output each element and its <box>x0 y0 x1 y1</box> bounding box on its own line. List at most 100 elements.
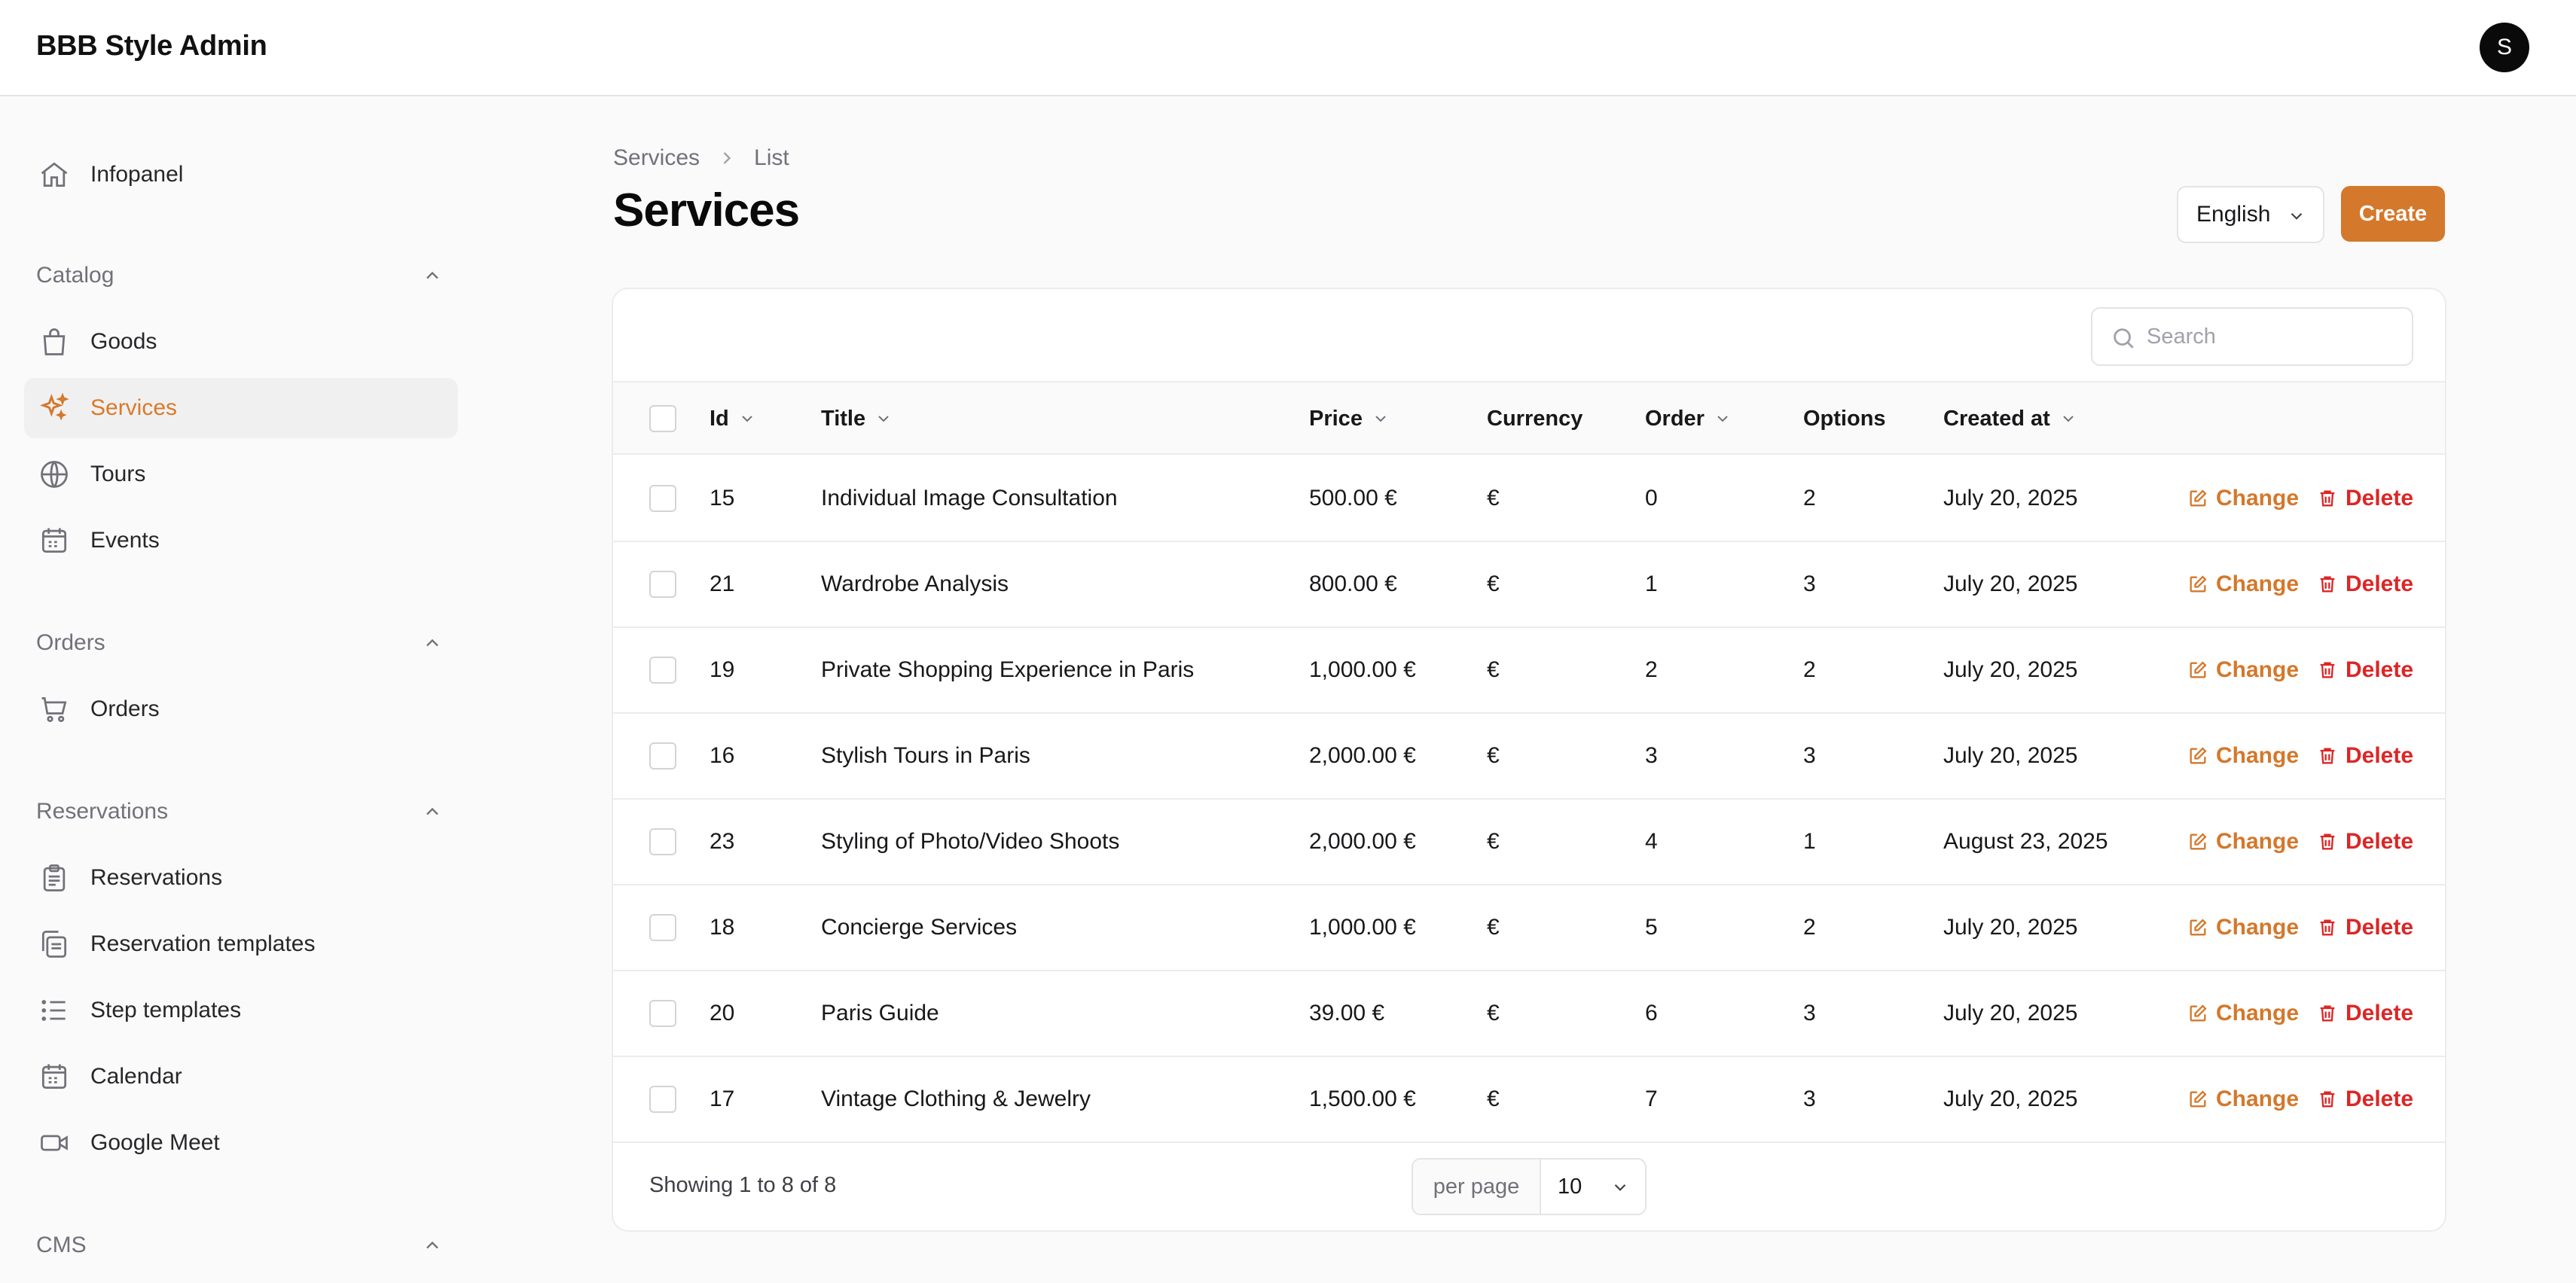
cell-currency: € <box>1487 657 1500 682</box>
sidebar-item-reservation-templates[interactable]: Reservation templates <box>24 914 458 974</box>
change-button[interactable]: Change <box>2187 714 2299 798</box>
change-label: Change <box>2216 1086 2300 1111</box>
breadcrumb-root[interactable]: Services <box>613 145 700 171</box>
cell-title: Vintage Clothing & Jewelry <box>821 1086 1091 1111</box>
change-button[interactable]: Change <box>2187 456 2299 541</box>
row-checkbox[interactable] <box>649 485 676 512</box>
trash-icon <box>2317 488 2346 509</box>
row-checkbox[interactable] <box>649 742 676 769</box>
sidebar-item-infopanel[interactable]: Infopanel <box>24 145 458 205</box>
per-page-select[interactable]: per page 10 <box>1412 1158 1647 1215</box>
trash-icon <box>2317 917 2346 938</box>
delete-button[interactable]: Delete <box>2317 628 2413 712</box>
delete-button[interactable]: Delete <box>2317 885 2413 970</box>
select-all-checkbox[interactable] <box>649 405 676 432</box>
column-label: Created at <box>1943 406 2050 431</box>
column-header-id[interactable]: Id <box>710 382 756 455</box>
row-checkbox[interactable] <box>649 914 676 941</box>
sidebar-item-calendar[interactable]: Calendar <box>24 1047 458 1107</box>
change-button[interactable]: Change <box>2187 542 2299 626</box>
delete-button[interactable]: Delete <box>2317 800 2413 884</box>
row-checkbox[interactable] <box>649 1086 676 1113</box>
cell-price: 2,000.00 € <box>1309 829 1416 854</box>
chevron-up-icon <box>426 271 438 279</box>
app-title[interactable]: BBB Style Admin <box>36 30 267 62</box>
table-row[interactable]: 18 Concierge Services 1,000.00 € €5 2 July 20… <box>613 885 2445 971</box>
row-checkbox[interactable] <box>649 657 676 684</box>
create-button[interactable]: Create <box>2341 186 2445 242</box>
cell-price: 1,000.00 € <box>1309 915 1416 940</box>
delete-button[interactable]: Delete <box>2317 456 2413 541</box>
sidebar-item-tours[interactable]: Tours <box>24 444 458 504</box>
column-header-created-at[interactable]: Created at <box>1943 382 2077 455</box>
list-icon <box>36 992 72 1029</box>
per-page-value-dropdown[interactable]: 10 <box>1541 1160 1645 1214</box>
cell-currency: € <box>1487 571 1500 596</box>
trash-icon <box>2317 831 2346 852</box>
cell-created-at: July 20, 2025 <box>1943 657 2078 682</box>
sidebar-item-step-templates[interactable]: Step templates <box>24 980 458 1041</box>
delete-button[interactable]: Delete <box>2317 714 2413 798</box>
user-avatar[interactable]: S <box>2480 23 2529 72</box>
change-button[interactable]: Change <box>2187 971 2299 1056</box>
table-row[interactable]: 23 Styling of Photo/Video Shoots 2,000.00 … <box>613 800 2445 885</box>
sidebar-item-label: Goods <box>90 329 157 354</box>
delete-button[interactable]: Delete <box>2317 971 2413 1056</box>
table-row[interactable]: 16 Stylish Tours in Paris 2,000.00 € €3 3 Jul… <box>613 714 2445 800</box>
cell-title: Concierge Services <box>821 915 1018 940</box>
breadcrumb: Services List <box>613 143 789 173</box>
cell-price: 500.00 € <box>1309 486 1397 510</box>
section-cms[interactable]: CMS <box>36 1223 443 1268</box>
table-row[interactable]: 19 Private Shopping Experience in Paris 1,… <box>613 628 2445 714</box>
cell-id: 17 <box>710 1086 735 1111</box>
cell-created-at: July 20, 2025 <box>1943 1001 2078 1025</box>
row-checkbox[interactable] <box>649 828 676 855</box>
chevron-right-icon <box>716 148 737 169</box>
sidebar-item-orders[interactable]: Orders <box>24 679 458 739</box>
delete-button[interactable]: Delete <box>2317 1057 2413 1141</box>
sidebar-item-services[interactable]: Services <box>24 378 458 438</box>
sidebar-item-events[interactable]: Events <box>24 510 458 571</box>
cell-order: 1 <box>1645 571 1658 596</box>
table-row[interactable]: 17 Vintage Clothing & Jewelry 1,500.00 € €7… <box>613 1057 2445 1143</box>
cell-price: 800.00 € <box>1309 571 1397 596</box>
sparkles-icon <box>36 390 72 426</box>
sort-chevron-icon <box>742 416 752 422</box>
language-select[interactable]: English <box>2177 186 2324 243</box>
sidebar-item-google-meet[interactable]: Google Meet <box>24 1113 458 1173</box>
sidebar-item-goods[interactable]: Goods <box>24 312 458 372</box>
cell-price: 2,000.00 € <box>1309 743 1416 768</box>
change-button[interactable]: Change <box>2187 628 2299 712</box>
section-reservations[interactable]: Reservations <box>36 789 443 834</box>
section-title: CMS <box>36 1233 87 1257</box>
table-row[interactable]: 20 Paris Guide 39.00 € €6 3 July 20, 2025 Chan… <box>613 971 2445 1057</box>
cell-options: 2 <box>1803 486 1816 510</box>
row-checkbox[interactable] <box>649 571 676 598</box>
table-row[interactable]: 15 Individual Image Consultation 500.00 € €… <box>613 456 2445 542</box>
row-checkbox[interactable] <box>649 1000 676 1027</box>
change-button[interactable]: Change <box>2187 800 2299 884</box>
language-value: English <box>2196 202 2271 227</box>
trash-icon <box>2317 660 2346 681</box>
edit-icon <box>2187 574 2216 595</box>
shopping-bag-icon <box>36 324 72 360</box>
chevron-up-icon <box>426 807 438 815</box>
sort-chevron-icon <box>1717 416 1728 422</box>
sort-chevron-icon <box>1375 416 1386 422</box>
section-catalog[interactable]: Catalog <box>36 253 443 298</box>
table-row[interactable]: 21 Wardrobe Analysis 800.00 € €1 3 July 20, 2… <box>613 542 2445 628</box>
change-button[interactable]: Change <box>2187 1057 2299 1141</box>
delete-button[interactable]: Delete <box>2317 542 2413 626</box>
search-input[interactable]: Search <box>2091 307 2413 366</box>
sidebar-item-reservations[interactable]: Reservations <box>24 848 458 908</box>
column-header-price[interactable]: Price <box>1309 382 1390 455</box>
column-label: Currency <box>1487 406 1583 431</box>
section-orders[interactable]: Orders <box>36 620 443 666</box>
column-header-title[interactable]: Title <box>821 382 893 455</box>
change-button[interactable]: Change <box>2187 885 2299 970</box>
edit-icon <box>2187 745 2216 766</box>
section-title: Catalog <box>36 263 114 288</box>
cell-currency: € <box>1487 1086 1500 1111</box>
section-title: Orders <box>36 630 105 655</box>
column-header-order[interactable]: Order <box>1645 382 1732 455</box>
